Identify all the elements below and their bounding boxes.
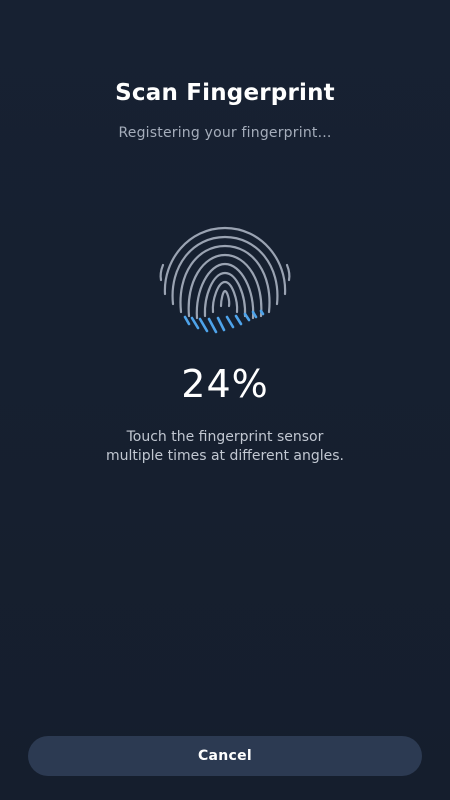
- fingerprint-scan-screen: Scan Fingerprint Registering your finger…: [0, 0, 450, 800]
- instructions-line-1: Touch the fingerprint sensor: [126, 429, 324, 445]
- cancel-button[interactable]: Cancel: [28, 736, 422, 776]
- page-title: Scan Fingerprint: [115, 80, 335, 106]
- page-subtitle: Registering your fingerprint...: [118, 125, 332, 141]
- fingerprint-icon: [159, 226, 291, 334]
- instructions-line-2: multiple times at different angles.: [105, 448, 344, 464]
- progress-percentage: 24%: [181, 362, 269, 406]
- scan-instructions: Touch the fingerprint sensor multiple ti…: [0, 428, 450, 466]
